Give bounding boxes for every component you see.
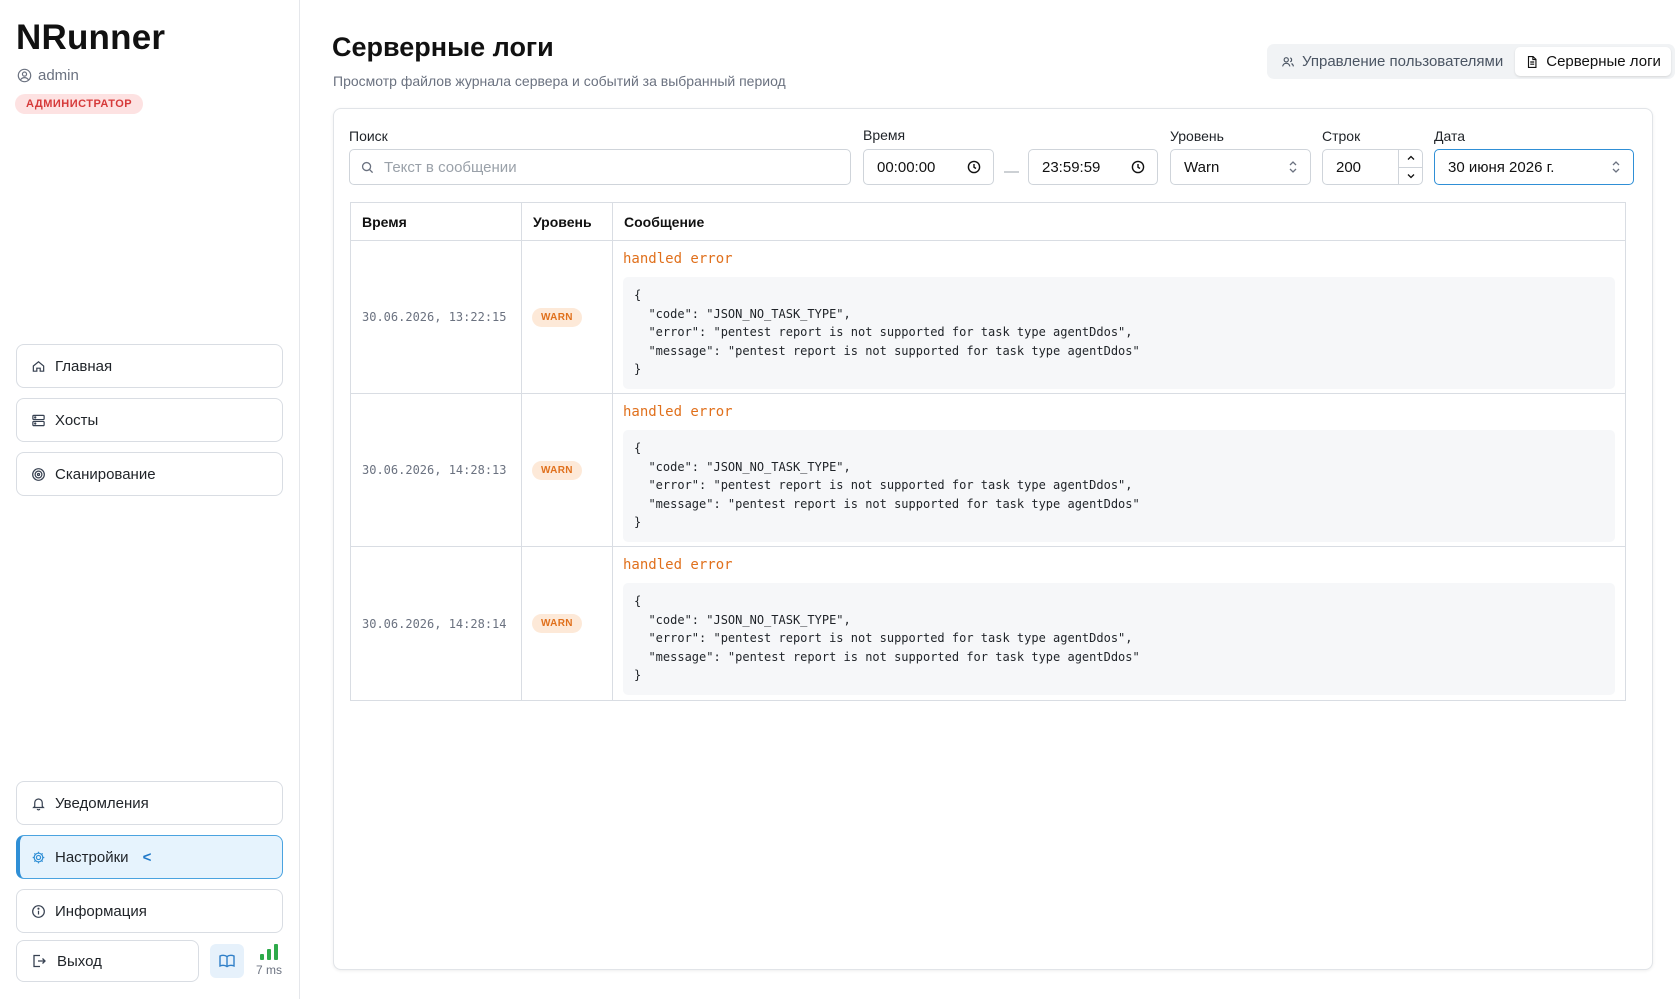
book-icon xyxy=(219,954,235,968)
server-icon xyxy=(32,414,45,426)
sidebar-item-home[interactable]: Главная xyxy=(16,344,283,388)
search-placeholder: Текст в сообщении xyxy=(384,158,517,176)
log-details: { "code": "JSON_NO_TASK_TYPE", "error": … xyxy=(623,277,1615,389)
sidebar-item-label: Хосты xyxy=(55,411,99,429)
logout-icon xyxy=(33,954,46,968)
time-to-value: 23:59:59 xyxy=(1042,158,1101,176)
sidebar-item-label: Уведомления xyxy=(55,794,149,812)
tab-label: Серверные логи xyxy=(1546,53,1661,70)
page-title: Серверные логи xyxy=(332,32,554,62)
log-time: 30.06.2026, 14:28:13 xyxy=(351,394,522,546)
table-row: 30.06.2026, 14:28:14 WARN handled error … xyxy=(351,547,1625,700)
users-icon xyxy=(1282,56,1294,67)
bell-icon xyxy=(32,797,45,810)
column-header-level: Уровень xyxy=(522,203,613,240)
connection-status: 7 ms xyxy=(256,944,282,977)
page-subtitle: Просмотр файлов журнала сервера и событи… xyxy=(333,73,786,89)
increment-button[interactable] xyxy=(1399,150,1422,168)
log-time: 30.06.2026, 14:28:14 xyxy=(351,547,522,700)
tab-server-logs[interactable]: Серверные логи xyxy=(1515,47,1671,76)
signal-icon xyxy=(260,944,278,960)
app-logo: NRunner xyxy=(16,18,166,57)
log-time: 30.06.2026, 13:22:15 xyxy=(351,241,522,393)
time-separator: — xyxy=(1004,163,1019,180)
info-icon xyxy=(32,904,45,918)
level-value: Warn xyxy=(1184,158,1220,176)
latency-value: 7 ms xyxy=(256,963,283,977)
search-input[interactable]: Текст в сообщении xyxy=(349,149,851,185)
decrement-button[interactable] xyxy=(1399,168,1422,185)
file-icon xyxy=(1528,55,1537,68)
target-icon xyxy=(32,467,45,481)
logs-table: Время Уровень Сообщение 30.06.2026, 13:2… xyxy=(350,202,1626,701)
rows-stepper-controls xyxy=(1398,150,1422,184)
sidebar-item-label: Главная xyxy=(55,357,113,375)
table-row: 30.06.2026, 14:28:13 WARN handled error … xyxy=(351,394,1625,547)
home-icon xyxy=(32,360,45,372)
current-user: admin xyxy=(17,67,79,84)
sidebar: NRunner admin АДМИНИСТРАТОР Главная Хост… xyxy=(0,0,300,999)
tab-label: Управление пользователями xyxy=(1302,53,1504,70)
logout-label: Выход xyxy=(57,952,102,970)
sidebar-item-hosts[interactable]: Хосты xyxy=(16,398,283,442)
log-details: { "code": "JSON_NO_TASK_TYPE", "error": … xyxy=(623,430,1615,542)
sidebar-item-label: Сканирование xyxy=(55,465,156,483)
role-badge: АДМИНИСТРАТОР xyxy=(15,94,144,114)
search-label: Поиск xyxy=(349,128,388,144)
time-from-value: 00:00:00 xyxy=(877,158,936,176)
settings-tabs: Управление пользователями Серверные логи xyxy=(1267,44,1675,79)
table-row: 30.06.2026, 13:22:15 WARN handled error … xyxy=(351,241,1625,394)
logout-button[interactable]: Выход xyxy=(16,940,199,982)
chevron-updown-icon xyxy=(1612,161,1620,173)
search-icon xyxy=(361,161,374,173)
clock-icon xyxy=(967,160,981,174)
sidebar-item-notifications[interactable]: Уведомления xyxy=(16,781,283,825)
chevron-up-icon xyxy=(1407,155,1414,161)
rows-stepper[interactable]: 200 xyxy=(1322,149,1423,185)
chevron-updown-icon xyxy=(1289,161,1297,173)
clock-icon xyxy=(1131,160,1145,174)
active-indicator: < xyxy=(142,848,152,866)
log-message: handled error xyxy=(623,557,733,573)
gear-icon xyxy=(32,851,45,863)
level-label: Уровень xyxy=(1170,128,1224,144)
column-header-message: Сообщение xyxy=(624,213,705,230)
date-label: Дата xyxy=(1434,128,1466,144)
log-details: { "code": "JSON_NO_TASK_TYPE", "error": … xyxy=(623,583,1615,695)
user-circle-icon xyxy=(17,68,32,83)
log-message: handled error xyxy=(623,251,733,267)
sidebar-item-scanning[interactable]: Сканирование xyxy=(16,452,283,496)
time-from-input[interactable]: 00:00:00 xyxy=(863,149,994,185)
time-to-input[interactable]: 23:59:59 xyxy=(1028,149,1158,185)
date-select[interactable]: 30 июня 2026 г. xyxy=(1434,149,1634,185)
time-label: Время xyxy=(863,127,906,143)
log-message: handled error xyxy=(623,404,733,420)
table-header: Время Уровень Сообщение xyxy=(351,203,1625,241)
date-value: 30 июня 2026 г. xyxy=(1448,158,1555,176)
level-badge: WARN xyxy=(532,460,582,480)
level-badge: WARN xyxy=(532,307,582,327)
sidebar-item-settings[interactable]: Настройки < xyxy=(16,835,283,879)
username: admin xyxy=(38,67,79,84)
sidebar-item-info[interactable]: Информация xyxy=(16,889,283,933)
sidebar-item-label: Настройки xyxy=(55,848,129,866)
level-select[interactable]: Warn xyxy=(1170,149,1311,185)
column-header-time: Время xyxy=(351,203,522,240)
docs-button[interactable] xyxy=(210,944,244,978)
chevron-down-icon xyxy=(1407,173,1414,179)
sidebar-item-label: Информация xyxy=(55,902,147,920)
level-badge: WARN xyxy=(532,614,582,633)
tab-user-management[interactable]: Управление пользователями xyxy=(1271,47,1513,76)
rows-label: Строк xyxy=(1322,128,1361,144)
